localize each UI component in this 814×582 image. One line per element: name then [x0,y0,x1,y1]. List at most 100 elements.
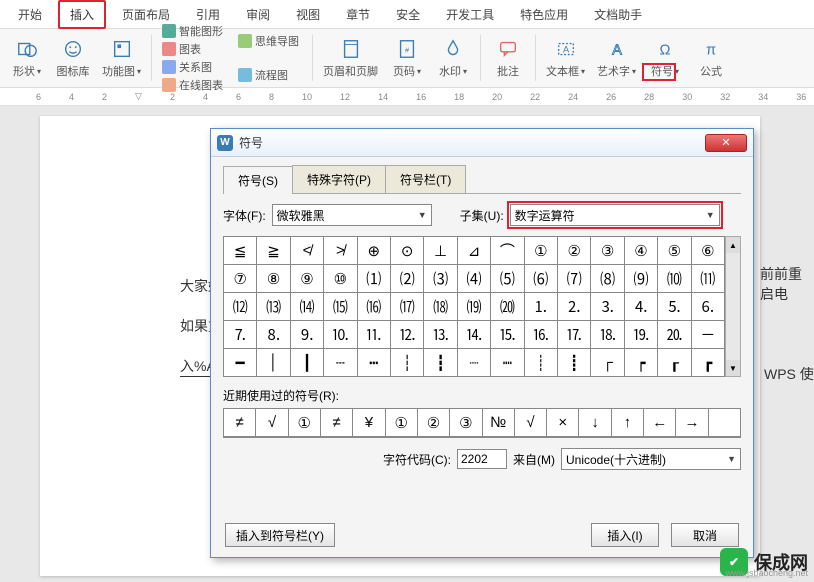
symbol-cell[interactable]: ⒖ [491,321,524,349]
symbol-cell[interactable]: ⒘ [558,321,591,349]
symbol-cell[interactable]: ┈ [458,349,491,377]
recent-cell[interactable]: √ [256,409,288,437]
recent-cell[interactable]: ≠ [321,409,353,437]
ribbon-shape[interactable]: 形状▾ [6,37,48,79]
font-select[interactable]: 微软雅黑▼ [272,204,432,226]
insert-to-bar-button[interactable]: 插入到符号栏(Y) [225,523,335,547]
grid-scrollbar[interactable]: ▲▼ [725,236,741,377]
ribbon-funcimg[interactable]: 功能图▾ [98,37,145,79]
recent-cell[interactable]: ≠ [224,409,256,437]
recent-cell[interactable]: ① [386,409,418,437]
dialog-titlebar[interactable]: W 符号 ✕ [211,129,753,157]
ribbon-iconlib[interactable]: 图标库 [52,37,94,79]
symbol-cell[interactable]: ⒋ [625,293,658,321]
ribbon-rel[interactable]: 关系图 [162,59,226,75]
menu-tab-5[interactable]: 视图 [286,2,330,27]
symbol-cell[interactable]: ② [558,237,591,265]
symbol-cell[interactable]: ┆ [391,349,424,377]
symbol-cell[interactable]: ━ [224,349,257,377]
menu-tab-9[interactable]: 特色应用 [510,2,578,27]
symbol-cell[interactable]: ┅ [358,349,391,377]
menu-tab-10[interactable]: 文档助手 [584,2,652,27]
symbol-cell[interactable]: ⒒ [358,321,391,349]
symbol-cell[interactable]: ⒎ [224,321,257,349]
symbol-cell[interactable]: ┊ [525,349,558,377]
symbol-cell[interactable]: ⌒ [491,237,524,265]
symbol-cell[interactable]: ⑧ [257,265,290,293]
symbol-cell[interactable]: ⑩ [324,265,357,293]
recent-cell[interactable]: ← [644,409,676,437]
symbol-cell[interactable]: ⑾ [692,265,725,293]
recent-cell[interactable]: √ [515,409,547,437]
recent-cell[interactable]: → [676,409,708,437]
menu-tab-8[interactable]: 开发工具 [436,2,504,27]
symbol-cell[interactable]: ⊿ [458,237,491,265]
symbol-cell[interactable]: ⑦ [224,265,257,293]
recent-cell[interactable]: ③ [450,409,482,437]
symbol-cell[interactable]: ⒂ [324,293,357,321]
recent-cell[interactable] [709,409,741,437]
symbol-cell[interactable]: ⒆ [458,293,491,321]
symbol-cell[interactable]: ⑷ [458,265,491,293]
symbol-cell[interactable]: │ [257,349,290,377]
symbol-cell[interactable]: ⒍ [692,293,725,321]
symbol-cell[interactable]: ① [525,237,558,265]
symbol-cell[interactable]: ③ [591,237,624,265]
symbol-cell[interactable]: ⒚ [625,321,658,349]
symbol-cell[interactable]: ⑹ [525,265,558,293]
close-button[interactable]: ✕ [705,134,747,152]
ribbon-watermark[interactable]: 水印▾ [432,37,474,79]
symbol-cell[interactable]: ┍ [625,349,658,377]
symbol-cell[interactable]: ⒃ [358,293,391,321]
recent-cell[interactable]: ② [418,409,450,437]
symbol-cell[interactable]: ⒀ [257,293,290,321]
ribbon-chart[interactable]: 图表 [162,41,226,57]
ribbon-pagenum[interactable]: #页码▾ [386,37,428,79]
ribbon-symbol[interactable]: Ω符号▾ [644,37,686,79]
symbol-cell[interactable]: ┏ [692,349,725,377]
symbol-cell[interactable]: ⒁ [291,293,324,321]
symbol-cell[interactable]: ⒊ [591,293,624,321]
symbol-cell[interactable]: ⒅ [424,293,457,321]
symbol-cell[interactable]: ⑿ [224,293,257,321]
recent-cell[interactable]: ↓ [579,409,611,437]
symbol-cell[interactable]: ⒉ [558,293,591,321]
symbol-cell[interactable]: ⒙ [591,321,624,349]
symbol-cell[interactable]: ≦ [224,237,257,265]
symbol-cell[interactable]: ⊥ [424,237,457,265]
ribbon-comment[interactable]: 批注 [487,37,529,79]
symbol-cell[interactable]: ─ [692,321,725,349]
symbol-cell[interactable]: ⒏ [257,321,290,349]
tab-special[interactable]: 特殊字符(P) [292,165,386,193]
symbol-cell[interactable]: ⒓ [391,321,424,349]
symbol-cell[interactable]: ≮ [291,237,324,265]
menu-tab-1[interactable]: 插入 [58,0,106,29]
recent-cell[interactable]: № [483,409,515,437]
from-select[interactable]: Unicode(十六进制)▼ [561,448,741,470]
symbol-cell[interactable]: ⑸ [491,265,524,293]
recent-cell[interactable]: ① [289,409,321,437]
symbol-cell[interactable]: ⒗ [525,321,558,349]
ribbon-formula[interactable]: π公式 [690,37,732,79]
menu-tab-4[interactable]: 审阅 [236,2,280,27]
ribbon-wordart[interactable]: A艺术字▾ [593,37,640,79]
ribbon-smartshape[interactable]: 智能图形 [162,23,226,39]
recent-cell[interactable]: × [547,409,579,437]
ribbon-textbox[interactable]: A文本框▾ [542,37,589,79]
symbol-cell[interactable]: ⊕ [358,237,391,265]
symbol-cell[interactable]: ⑨ [291,265,324,293]
symbol-cell[interactable]: ┌ [591,349,624,377]
symbol-cell[interactable]: ⑻ [591,265,624,293]
symbol-cell[interactable]: ┉ [491,349,524,377]
symbol-cell[interactable]: ⒇ [491,293,524,321]
symbol-cell[interactable]: ④ [625,237,658,265]
symbol-cell[interactable]: ⊙ [391,237,424,265]
symbol-cell[interactable]: ┃ [291,349,324,377]
symbol-cell[interactable]: ⑤ [658,237,691,265]
symbol-cell[interactable]: ⒕ [458,321,491,349]
menu-tab-0[interactable]: 开始 [8,2,52,27]
symbol-cell[interactable]: ⑽ [658,265,691,293]
recent-cell[interactable]: ↑ [612,409,644,437]
ribbon-mindmap[interactable]: 思维导图 [238,33,302,49]
recent-cell[interactable]: ¥ [353,409,385,437]
